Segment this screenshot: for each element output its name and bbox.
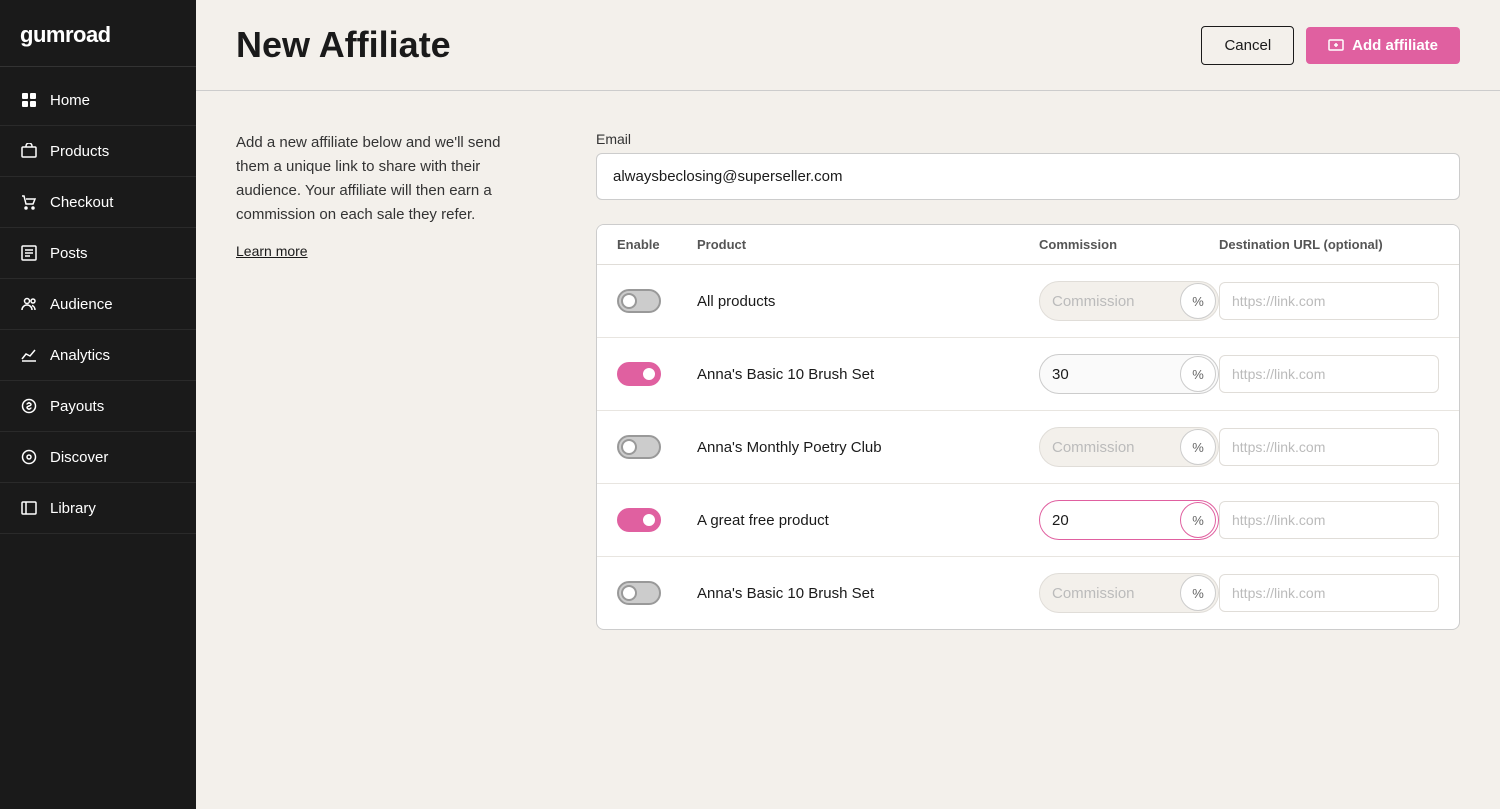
discover-icon <box>20 448 38 466</box>
sidebar-item-payouts[interactable]: Payouts <box>0 381 196 432</box>
sidebar-item-checkout-label: Checkout <box>50 194 113 211</box>
table-row: Anna's Basic 10 Brush Set % <box>597 557 1459 629</box>
commission-brush-set2: % <box>1039 573 1219 613</box>
table-header: Enable Product Commission Destination UR… <box>597 225 1459 265</box>
percent-sign-poetry: % <box>1180 429 1216 465</box>
logo-text: gumroad <box>20 22 111 47</box>
product-name-brush2: Anna's Basic 10 Brush Set <box>697 585 1039 602</box>
sidebar-item-checkout[interactable]: Checkout <box>0 177 196 228</box>
header-product: Product <box>697 237 1039 252</box>
main-content: New Affiliate Cancel Add affiliate Add a… <box>196 0 1500 809</box>
percent-sign-brush: % <box>1180 356 1216 392</box>
header-commission: Commission <box>1039 237 1219 252</box>
percent-sign-all: % <box>1180 283 1216 319</box>
checkout-icon <box>20 193 38 211</box>
product-name-free: A great free product <box>697 512 1039 529</box>
description-text: Add a new affiliate below and we'll send… <box>236 131 536 227</box>
commission-input-brush[interactable] <box>1040 366 1178 383</box>
posts-icon <box>20 244 38 262</box>
sidebar-item-audience[interactable]: Audience <box>0 279 196 330</box>
toggle-brush-set2-wrapper <box>617 581 697 605</box>
product-name-all: All products <box>697 293 1039 310</box>
sidebar-item-analytics-label: Analytics <box>50 347 110 364</box>
percent-sign-free: % <box>1180 502 1216 538</box>
url-input-all[interactable] <box>1219 282 1439 320</box>
table-row: Anna's Basic 10 Brush Set % <box>597 338 1459 411</box>
sidebar-item-home-label: Home <box>50 92 90 109</box>
add-affiliate-icon <box>1328 37 1344 53</box>
commission-free-product: % <box>1039 500 1219 540</box>
page-content: Add a new affiliate below and we'll send… <box>196 91 1500 809</box>
email-label: Email <box>596 131 1460 147</box>
toggle-poetry-club-wrapper <box>617 435 697 459</box>
toggle-poetry-club[interactable] <box>617 435 661 459</box>
sidebar-item-posts[interactable]: Posts <box>0 228 196 279</box>
sidebar-item-library-label: Library <box>50 500 96 517</box>
toggle-all-products[interactable] <box>617 289 661 313</box>
product-name-poetry: Anna's Monthly Poetry Club <box>697 439 1039 456</box>
left-panel: Add a new affiliate below and we'll send… <box>236 131 536 769</box>
commission-brush-set: % <box>1039 354 1219 394</box>
learn-more-link[interactable]: Learn more <box>236 243 308 259</box>
header-enable: Enable <box>617 237 697 252</box>
toggle-brush-set2[interactable] <box>617 581 661 605</box>
toggle-all-products-wrapper <box>617 289 697 313</box>
url-input-brush2[interactable] <box>1219 574 1439 612</box>
products-table: Enable Product Commission Destination UR… <box>596 224 1460 630</box>
commission-input-free[interactable] <box>1040 512 1178 529</box>
sidebar-item-payouts-label: Payouts <box>50 398 104 415</box>
email-input[interactable] <box>596 153 1460 200</box>
commission-input-brush2[interactable] <box>1040 585 1178 602</box>
sidebar-item-discover-label: Discover <box>50 449 108 466</box>
sidebar-item-home[interactable]: Home <box>0 75 196 126</box>
toggle-free-product-wrapper <box>617 508 697 532</box>
products-icon <box>20 142 38 160</box>
url-input-brush[interactable] <box>1219 355 1439 393</box>
table-row: All products % <box>597 265 1459 338</box>
audience-icon <box>20 295 38 313</box>
sidebar-item-products[interactable]: Products <box>0 126 196 177</box>
url-input-free[interactable] <box>1219 501 1439 539</box>
commission-input-all[interactable] <box>1040 293 1178 310</box>
percent-sign-brush2: % <box>1180 575 1216 611</box>
table-row: Anna's Monthly Poetry Club % <box>597 411 1459 484</box>
toggle-brush-set[interactable] <box>617 362 661 386</box>
right-panel: Email Enable Product Commission Destinat… <box>596 131 1460 769</box>
add-affiliate-label: Add affiliate <box>1352 37 1438 54</box>
sidebar: gumroad Home Products <box>0 0 196 809</box>
sidebar-item-library[interactable]: Library <box>0 483 196 534</box>
commission-all-products: % <box>1039 281 1219 321</box>
sidebar-item-posts-label: Posts <box>50 245 88 262</box>
table-row: A great free product % <box>597 484 1459 557</box>
toggle-free-product[interactable] <box>617 508 661 532</box>
sidebar-item-analytics[interactable]: Analytics <box>0 330 196 381</box>
sidebar-item-audience-label: Audience <box>50 296 113 313</box>
product-name-brush: Anna's Basic 10 Brush Set <box>697 366 1039 383</box>
sidebar-item-products-label: Products <box>50 143 109 160</box>
analytics-icon <box>20 346 38 364</box>
page-header: New Affiliate Cancel Add affiliate <box>196 0 1500 91</box>
commission-input-poetry[interactable] <box>1040 439 1178 456</box>
commission-poetry-club: % <box>1039 427 1219 467</box>
header-actions: Cancel Add affiliate <box>1201 26 1460 65</box>
cancel-button[interactable]: Cancel <box>1201 26 1294 65</box>
payouts-icon <box>20 397 38 415</box>
sidebar-item-discover[interactable]: Discover <box>0 432 196 483</box>
sidebar-nav: Home Products Checkout <box>0 67 196 542</box>
add-affiliate-button[interactable]: Add affiliate <box>1306 27 1460 64</box>
library-icon <box>20 499 38 517</box>
url-input-poetry[interactable] <box>1219 428 1439 466</box>
logo: gumroad <box>0 0 196 67</box>
page-title: New Affiliate <box>236 24 451 66</box>
toggle-brush-set-wrapper <box>617 362 697 386</box>
home-icon <box>20 91 38 109</box>
header-destination-url: Destination URL (optional) <box>1219 237 1439 252</box>
